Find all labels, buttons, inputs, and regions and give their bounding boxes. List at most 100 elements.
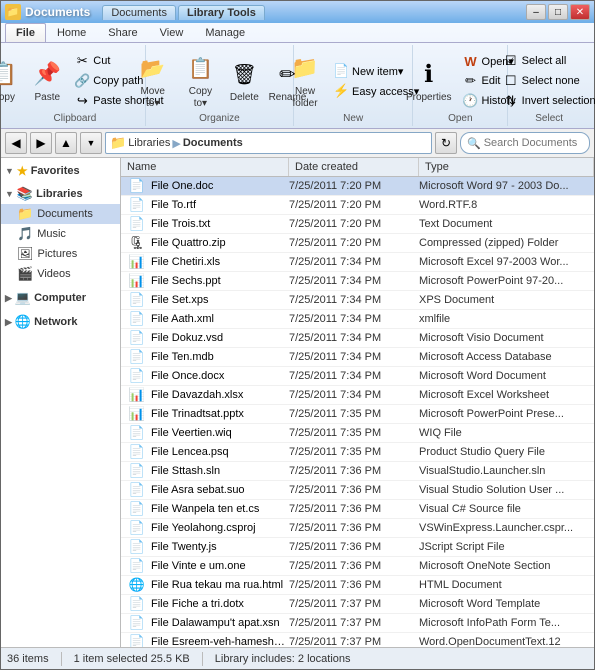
invert-icon: ⇅ <box>503 93 519 109</box>
table-row[interactable]: 📄 File Fiche a tri.dotx 7/25/2011 7:37 P… <box>121 595 594 614</box>
libraries-header[interactable]: ▼ 📚 Libraries <box>1 184 120 204</box>
tab-library-tools[interactable]: Library Tools <box>178 5 265 20</box>
network-header[interactable]: ▶ 🌐 Network <box>1 312 120 332</box>
paste-icon: 📌 <box>31 58 63 90</box>
file-type: Product Studio Query File <box>419 446 594 458</box>
file-list: Name Date created Type 📄 File One.doc 7/… <box>121 158 594 647</box>
star-icon: ★ <box>17 164 28 178</box>
properties-button[interactable]: ℹ Properties <box>401 55 457 107</box>
open-icon: W <box>463 53 479 69</box>
table-row[interactable]: 📄 File Twenty.js 7/25/2011 7:36 PM JScri… <box>121 538 594 557</box>
table-row[interactable]: 📄 File Dokuz.vsd 7/25/2011 7:34 PM Micro… <box>121 329 594 348</box>
table-row[interactable]: 📄 File Veertien.wiq 7/25/2011 7:35 PM WI… <box>121 424 594 443</box>
nav-item-videos[interactable]: 🎬 Videos <box>1 264 120 284</box>
file-name: File Dalawampu't apat.xsn <box>147 617 289 629</box>
main-content: ▼ ★ Favorites ▼ 📚 Libraries 📁 Documents … <box>1 158 594 647</box>
file-name: File Asra sebat.suo <box>147 484 289 496</box>
table-row[interactable]: 📄 File Once.docx 7/25/2011 7:34 PM Micro… <box>121 367 594 386</box>
ribbon-tab-share[interactable]: Share <box>97 23 148 42</box>
table-row[interactable]: 🗜 File Quattro.zip 7/25/2011 7:20 PM Com… <box>121 234 594 253</box>
file-date: 7/25/2011 7:36 PM <box>289 541 419 553</box>
nav-item-pictures[interactable]: 🖼 Pictures <box>1 244 120 264</box>
file-date: 7/25/2011 7:37 PM <box>289 598 419 610</box>
table-row[interactable]: 📄 File Sttash.sln 7/25/2011 7:36 PM Visu… <box>121 462 594 481</box>
table-row[interactable]: 📄 File Esreem-veh-hamesh.odt 7/25/2011 7… <box>121 633 594 647</box>
column-header-type[interactable]: Type <box>419 158 594 176</box>
move-label: Move to▾ <box>135 86 171 110</box>
copy-path-icon: 🔗 <box>74 73 90 89</box>
table-row[interactable]: 📊 File Trinadtsat.pptx 7/25/2011 7:35 PM… <box>121 405 594 424</box>
computer-header[interactable]: ▶ 💻 Computer <box>1 288 120 308</box>
favorites-header[interactable]: ▼ ★ Favorites <box>1 162 120 180</box>
search-box[interactable]: 🔍 <box>460 132 590 154</box>
table-row[interactable]: 📊 File Chetiri.xls 7/25/2011 7:34 PM Mic… <box>121 253 594 272</box>
table-row[interactable]: 📄 File One.doc 7/25/2011 7:20 PM Microso… <box>121 177 594 196</box>
table-row[interactable]: 📄 File Yeolahong.csproj 7/25/2011 7:36 P… <box>121 519 594 538</box>
libraries-arrow: ▼ <box>5 189 14 199</box>
minimize-button[interactable]: – <box>526 4 546 20</box>
select-all-button[interactable]: ☑ Select all <box>499 51 595 71</box>
table-row[interactable]: 📄 File Aath.xml 7/25/2011 7:34 PM xmlfil… <box>121 310 594 329</box>
file-type-icon: 📄 <box>127 292 147 308</box>
ribbon-group-clipboard: 📋 Copy 📌 Paste ✂ Cut 🔗 <box>5 45 146 126</box>
table-row[interactable]: 📊 File Davazdah.xlsx 7/25/2011 7:34 PM M… <box>121 386 594 405</box>
nav-section-libraries: ▼ 📚 Libraries 📁 Documents 🎵 Music 🖼 Pict… <box>1 184 120 284</box>
nav-item-documents[interactable]: 📁 Documents <box>1 204 120 224</box>
table-row[interactable]: 📄 File Vinte e um.one 7/25/2011 7:36 PM … <box>121 557 594 576</box>
nav-item-music[interactable]: 🎵 Music <box>1 224 120 244</box>
history-icon: 🕐 <box>463 93 479 109</box>
select-none-button[interactable]: ☐ Select none <box>499 71 595 91</box>
copy-to-button[interactable]: 📋 Copy to▾ <box>178 49 223 113</box>
recent-locations-button[interactable]: ▼ <box>80 132 102 154</box>
table-row[interactable]: 📄 File Trois.txt 7/25/2011 7:20 PM Text … <box>121 215 594 234</box>
new-folder-button[interactable]: 📁 New folder <box>283 49 327 113</box>
title-tabs: Documents Library Tools <box>102 5 265 20</box>
ribbon-tab-home[interactable]: Home <box>46 23 97 42</box>
delete-button[interactable]: 🗑 Delete <box>225 55 264 107</box>
file-type-icon: 📄 <box>127 615 147 631</box>
file-date: 7/25/2011 7:35 PM <box>289 446 419 458</box>
file-type: XPS Document <box>419 294 594 306</box>
table-row[interactable]: 📄 File Ten.mdb 7/25/2011 7:34 PM Microso… <box>121 348 594 367</box>
column-header-date[interactable]: Date created <box>289 158 419 176</box>
move-to-button[interactable]: 📂 Move to▾ <box>130 49 176 113</box>
close-button[interactable]: ✕ <box>570 4 590 20</box>
file-name: File Ten.mdb <box>147 351 289 363</box>
forward-button[interactable]: ▶ <box>30 132 52 154</box>
table-row[interactable]: 📄 File Lencea.psq 7/25/2011 7:35 PM Prod… <box>121 443 594 462</box>
table-row[interactable]: 📄 File To.rtf 7/25/2011 7:20 PM Word.RTF… <box>121 196 594 215</box>
address-box[interactable]: 📁 Libraries ▶ Documents <box>105 132 432 154</box>
file-type-icon: 📄 <box>127 596 147 612</box>
nav-item-music-label: Music <box>37 228 66 240</box>
maximize-button[interactable]: □ <box>548 4 568 20</box>
file-date: 7/25/2011 7:20 PM <box>289 180 419 192</box>
table-row[interactable]: 🌐 File Rua tekau ma rua.html 7/25/2011 7… <box>121 576 594 595</box>
tab-documents[interactable]: Documents <box>102 5 176 20</box>
table-row[interactable]: 📄 File Asra sebat.suo 7/25/2011 7:36 PM … <box>121 481 594 500</box>
column-header-name[interactable]: Name <box>121 158 289 176</box>
ribbon-tab-manage[interactable]: Manage <box>194 23 256 42</box>
file-date: 7/25/2011 7:37 PM <box>289 617 419 629</box>
table-row[interactable]: 📊 File Sechs.ppt 7/25/2011 7:34 PM Micro… <box>121 272 594 291</box>
file-date: 7/25/2011 7:34 PM <box>289 370 419 382</box>
ribbon-tab-file[interactable]: File <box>5 23 46 42</box>
ribbon-tab-view[interactable]: View <box>149 23 195 42</box>
file-type: Word.OpenDocumentText.12 <box>419 636 594 647</box>
search-input[interactable] <box>484 137 583 149</box>
invert-selection-button[interactable]: ⇅ Invert selection <box>499 91 595 111</box>
back-button[interactable]: ◀ <box>5 132 27 154</box>
window-controls: – □ ✕ <box>526 4 590 20</box>
table-row[interactable]: 📄 File Set.xps 7/25/2011 7:34 PM XPS Doc… <box>121 291 594 310</box>
paste-button[interactable]: 📌 Paste <box>26 55 68 107</box>
up-button[interactable]: ▲ <box>55 132 77 154</box>
file-date: 7/25/2011 7:34 PM <box>289 294 419 306</box>
table-row[interactable]: 📄 File Dalawampu't apat.xsn 7/25/2011 7:… <box>121 614 594 633</box>
copy-button[interactable]: 📋 Copy <box>0 55 24 107</box>
file-type-icon: 📄 <box>127 330 147 346</box>
table-row[interactable]: 📄 File Wanpela ten et.cs 7/25/2011 7:36 … <box>121 500 594 519</box>
select-small-btns: ☑ Select all ☐ Select none ⇅ Invert sele… <box>499 51 595 111</box>
refresh-button[interactable]: ↻ <box>435 132 457 154</box>
window-title: Documents <box>25 5 90 19</box>
file-date: 7/25/2011 7:20 PM <box>289 199 419 211</box>
copy-to-icon: 📋 <box>184 52 216 84</box>
